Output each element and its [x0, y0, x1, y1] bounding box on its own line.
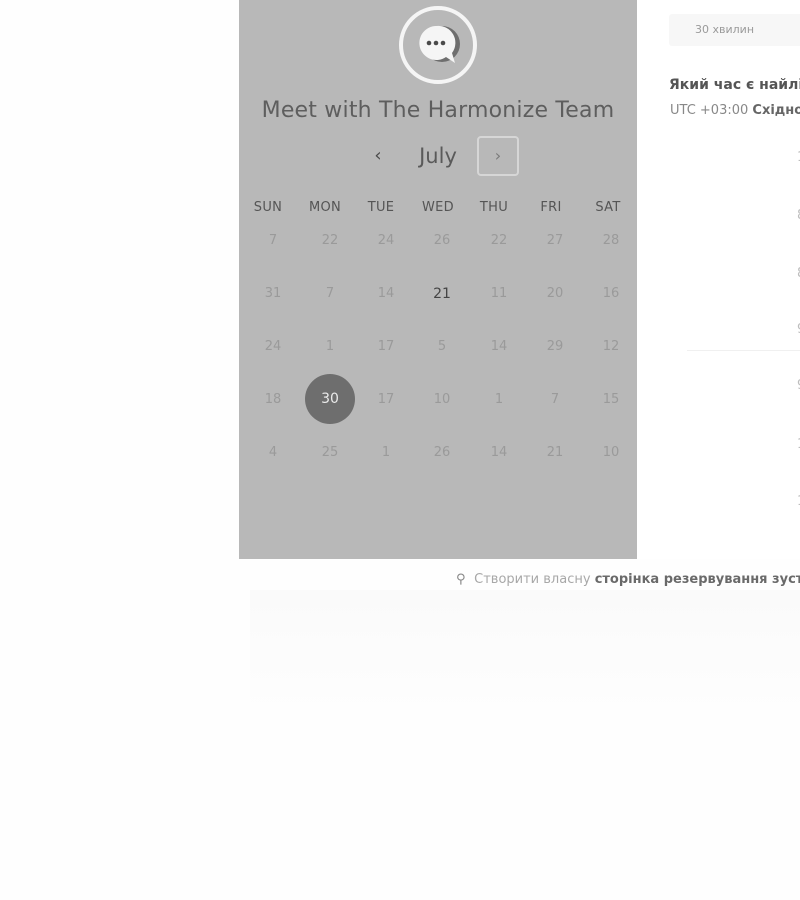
- calendar-day[interactable]: 31: [248, 279, 298, 309]
- calendar-day[interactable]: 26: [417, 438, 467, 468]
- calendar-day[interactable]: 18: [248, 385, 298, 415]
- calendar-day[interactable]: 29: [530, 332, 580, 362]
- calendar-day[interactable]: 7: [248, 226, 298, 256]
- calendar-panel: Meet with The Harmonize Team ‹ July › SU…: [239, 0, 637, 559]
- calendar-day[interactable]: 12: [586, 332, 636, 362]
- calendar-day[interactable]: 10: [417, 385, 467, 415]
- calendar-day[interactable]: 14: [361, 279, 411, 309]
- calendar-day[interactable]: 24: [248, 332, 298, 362]
- timezone-label[interactable]: UTC +03:00 Східно: [670, 103, 800, 118]
- calendar-day[interactable]: 17: [361, 385, 411, 415]
- calendar-day[interactable]: 16: [586, 279, 636, 309]
- background-shade: [250, 590, 800, 720]
- calendar-day[interactable]: 14: [474, 332, 524, 362]
- calendar-day[interactable]: 1: [361, 438, 411, 468]
- calendar-day[interactable]: 22: [305, 226, 355, 256]
- time-panel: 30 хвилин Який час є найлі UTC +03:00 Сх…: [637, 0, 800, 559]
- calendar-day[interactable]: 21: [530, 438, 580, 468]
- calendar-day[interactable]: 24: [361, 226, 411, 256]
- time-question: Який час є найлі: [669, 77, 800, 93]
- calendar-day[interactable]: 22: [474, 226, 524, 256]
- calendar-day[interactable]: 17: [361, 332, 411, 362]
- divider: [687, 350, 800, 351]
- calendar-day[interactable]: 4: [248, 438, 298, 468]
- calendar-day[interactable]: 25: [305, 438, 355, 468]
- footer-link[interactable]: сторінка резервування зустрі: [595, 572, 800, 587]
- calendar-day[interactable]: 7: [530, 385, 580, 415]
- calendar-grid: 7 22 24 26 22 27 28 31 7 14 21 11 20 16 24 1 17 5 14 29 12 18…: [239, 0, 637, 559]
- calendar-day[interactable]: 28: [586, 226, 636, 256]
- timezone-offset: UTC +03:00: [670, 103, 749, 118]
- calendar-day[interactable]: 15: [586, 385, 636, 415]
- calendar-day[interactable]: 1: [474, 385, 524, 415]
- calendar-day[interactable]: 26: [417, 226, 467, 256]
- calendar-day[interactable]: 27: [530, 226, 580, 256]
- calendar-day[interactable]: 14: [474, 438, 524, 468]
- calendar-day-selected[interactable]: 30: [305, 374, 355, 424]
- duration-tab[interactable]: 30 хвилин: [669, 14, 800, 46]
- page: Meet with The Harmonize Team ‹ July › SU…: [0, 0, 800, 900]
- calendar-day[interactable]: 10: [586, 438, 636, 468]
- timezone-name: Східно: [752, 103, 800, 118]
- hubspot-sprocket-icon: ⚲: [456, 572, 466, 587]
- calendar-day[interactable]: 1: [305, 332, 355, 362]
- calendar-day[interactable]: 7: [305, 279, 355, 309]
- calendar-day[interactable]: 11: [474, 279, 524, 309]
- calendar-day[interactable]: 20: [530, 279, 580, 309]
- footer-prefix: Створити власну: [474, 572, 591, 587]
- calendar-day-available[interactable]: 21: [417, 279, 467, 309]
- calendar-day[interactable]: 5: [417, 332, 467, 362]
- footer-promo: ⚲ Створити власну сторінка резервування …: [456, 572, 800, 587]
